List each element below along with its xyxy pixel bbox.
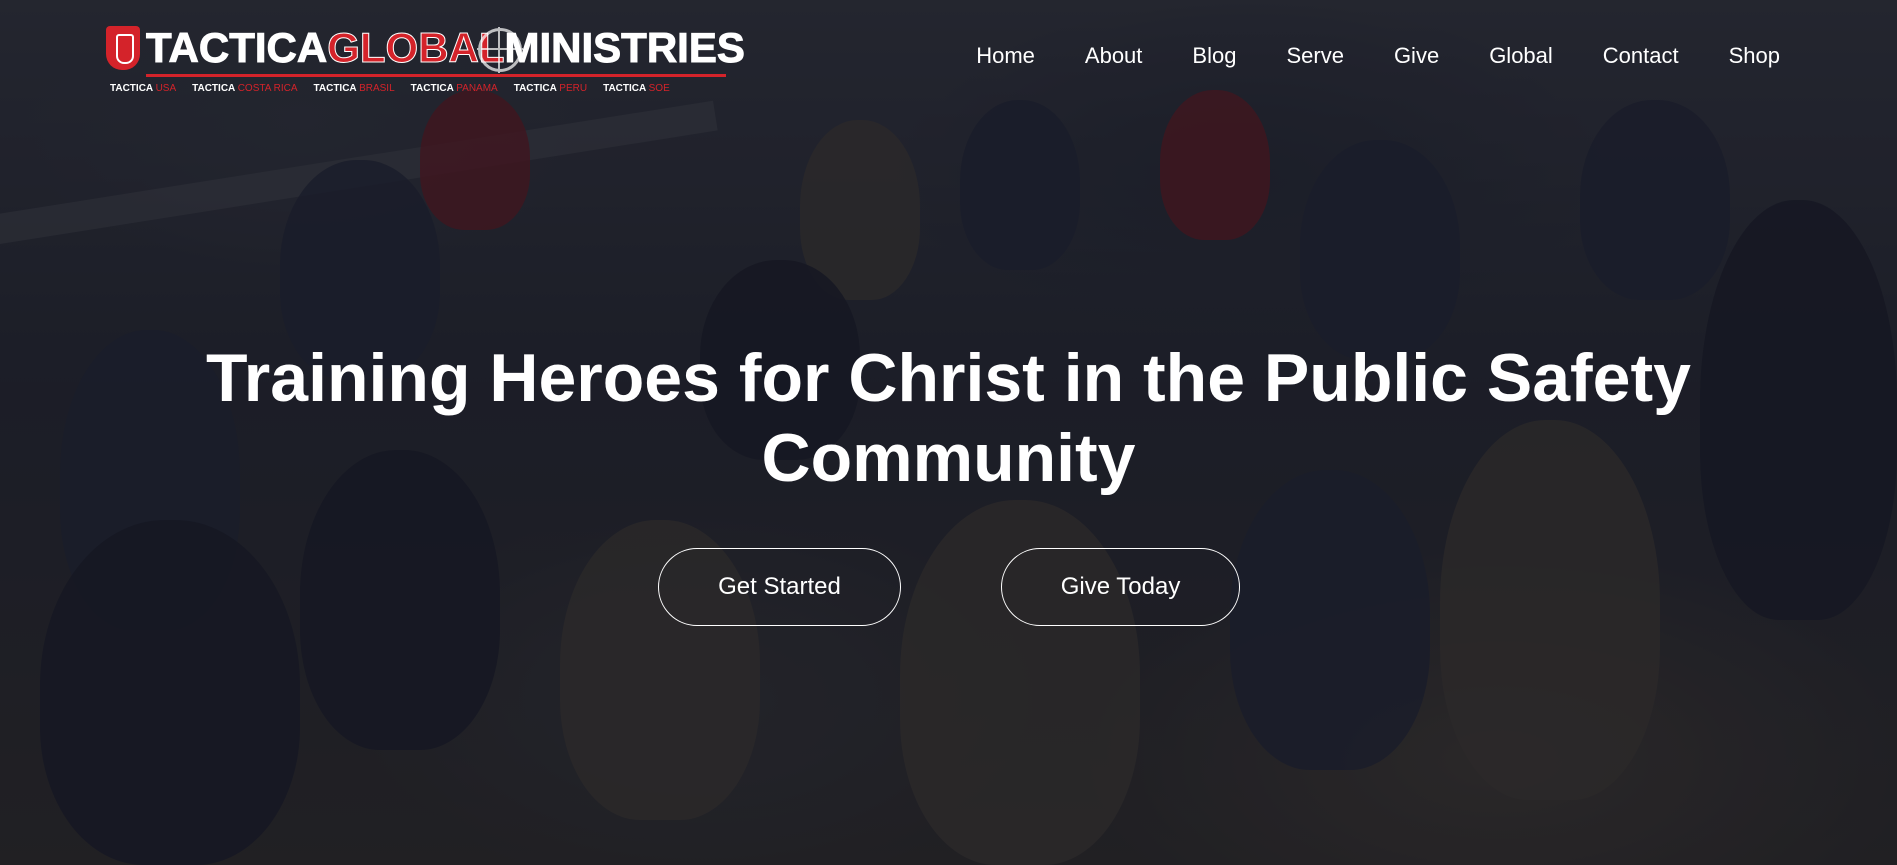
site-header: TACTICAGLOBALMINISTRIES TACTICA USA TACT… — [0, 0, 1897, 110]
give-today-button[interactable]: Give Today — [1001, 548, 1240, 626]
nav-contact[interactable]: Contact — [1603, 40, 1679, 72]
sub-brand-costa-rica: TACTICA COSTA RICA — [192, 82, 298, 94]
nav-blog[interactable]: Blog — [1192, 40, 1236, 72]
sub-brand-panama: TACTICA PANAMA — [410, 82, 498, 94]
sub-brand-brasil: TACTICA BRASIL — [313, 82, 395, 94]
shield-icon — [106, 26, 140, 70]
globe-crosshair-icon — [477, 27, 523, 73]
nav-serve[interactable]: Serve — [1286, 40, 1343, 72]
sub-brand-soe: TACTICA SOE — [603, 82, 670, 94]
nav-about[interactable]: About — [1085, 40, 1143, 72]
nav-shop[interactable]: Shop — [1729, 40, 1780, 72]
hero-headline: Training Heroes for Christ in the Public… — [206, 340, 1691, 496]
nav-give[interactable]: Give — [1394, 40, 1439, 72]
logo-wordmark: TACTICAGLOBALMINISTRIES — [145, 24, 745, 72]
sub-brand-usa: TACTICA USA — [110, 82, 177, 94]
logo-underline — [146, 74, 726, 77]
sub-brand-peru: TACTICA PERU — [513, 82, 588, 94]
main-navigation: Home About Blog Serve Give Global Contac… — [976, 40, 1780, 72]
get-started-button[interactable]: Get Started — [658, 548, 901, 626]
nav-global[interactable]: Global — [1489, 40, 1553, 72]
nav-home[interactable]: Home — [976, 40, 1035, 72]
logo-sub-brands: TACTICA USA TACTICA COSTA RICA TACTICA B… — [110, 80, 730, 96]
site-logo[interactable]: TACTICAGLOBALMINISTRIES TACTICA USA TACT… — [106, 22, 745, 100]
